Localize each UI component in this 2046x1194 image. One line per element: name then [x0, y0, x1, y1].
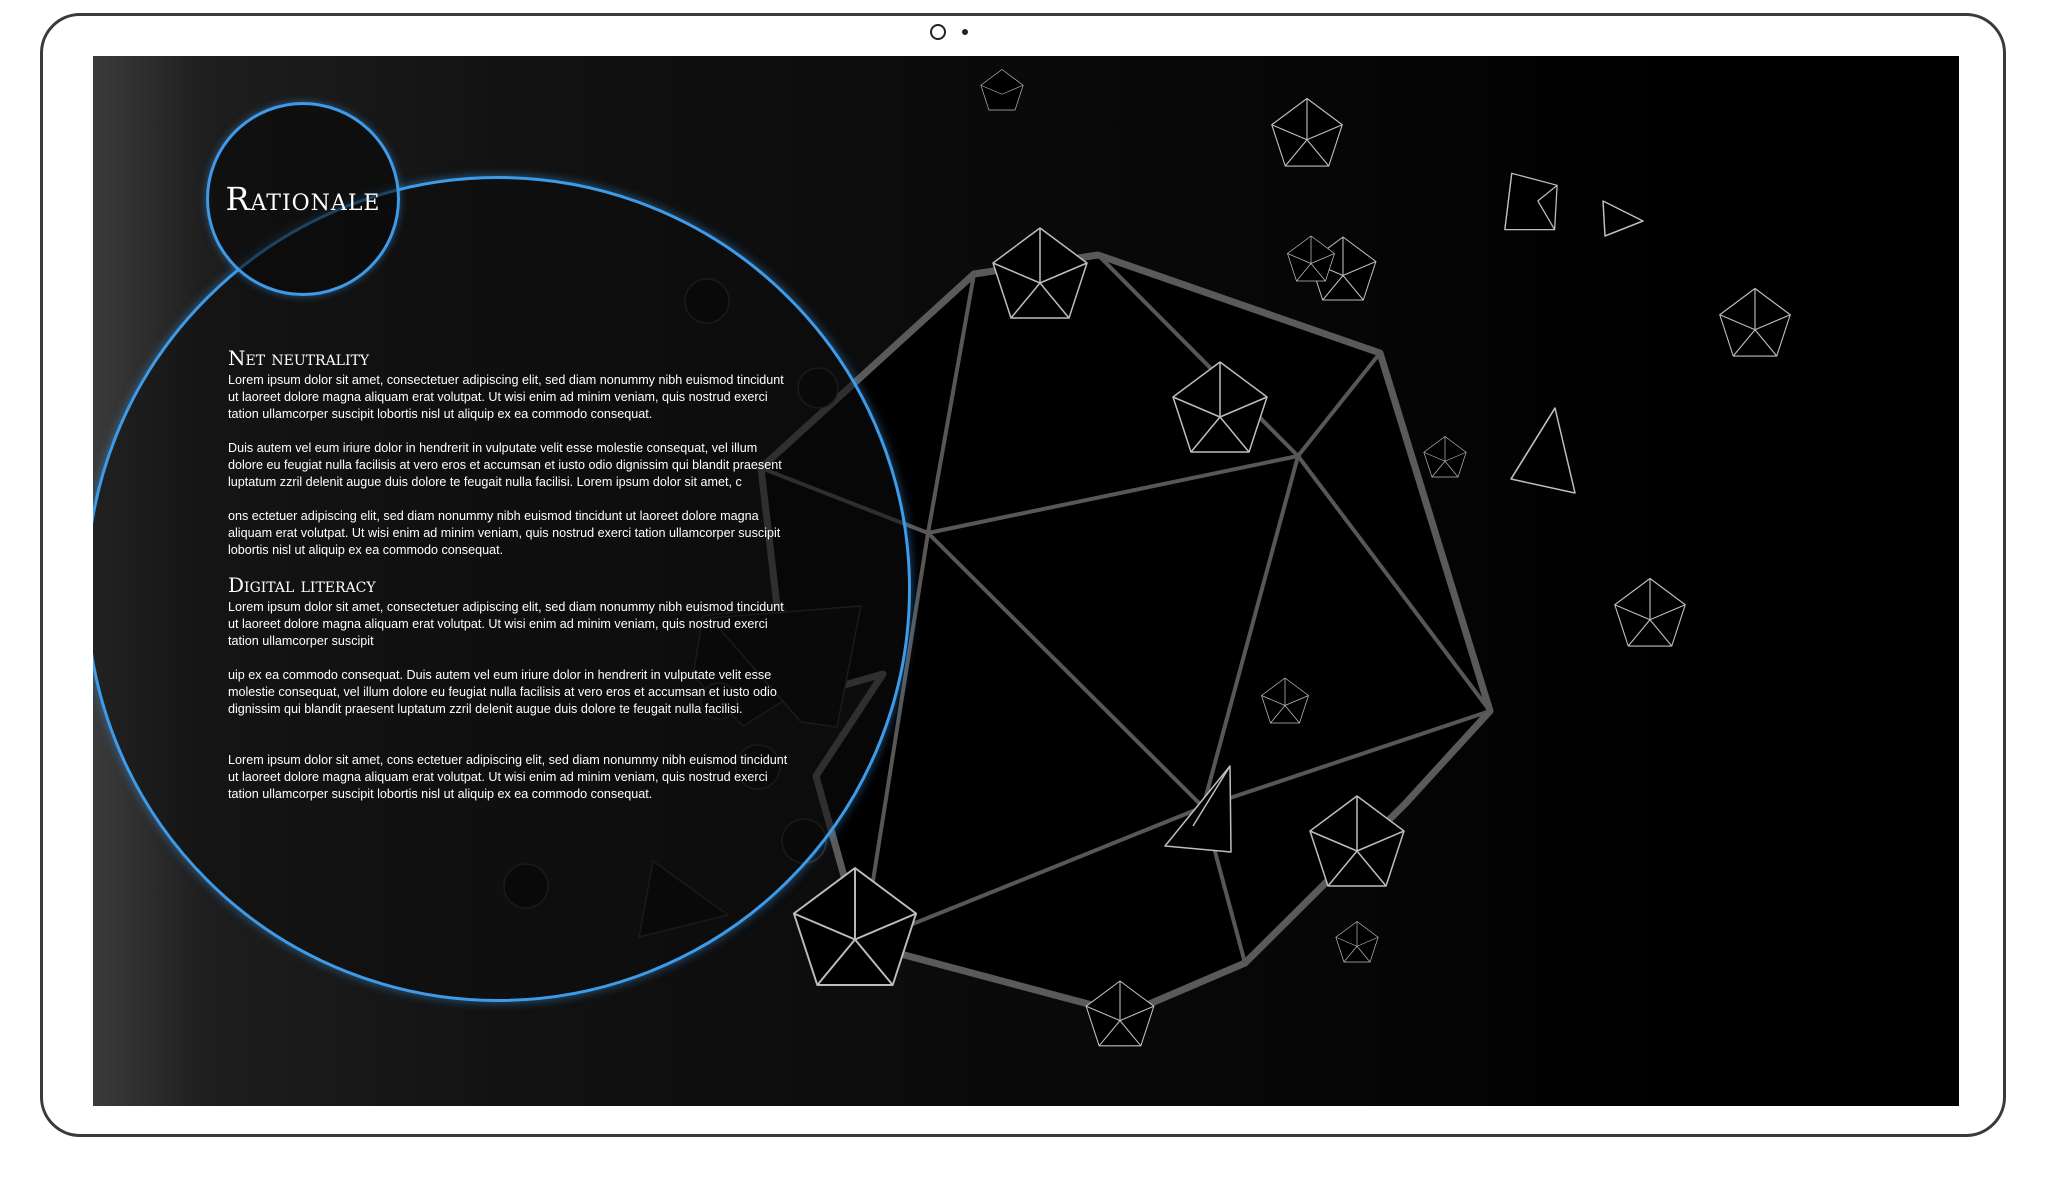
paragraph: Lorem ipsum dolor sit amet, consectetuer…: [228, 373, 784, 421]
sensor-dot: [962, 29, 968, 35]
pyramid-right: [1510, 407, 1576, 494]
paragraph: ons ectetuer adipiscing elit, sed diam n…: [228, 509, 781, 557]
paragraph: uip ex ea commodo consequat. Duis autem …: [228, 668, 777, 716]
camera-icon: [930, 24, 946, 40]
slide-screen: Rationale Net neutrality Lorem ipsum dol…: [93, 56, 1959, 1106]
section-heading-digital-literacy: Digital literacy: [228, 573, 376, 597]
slide-content: Net neutrality Lorem ipsum dolor sit ame…: [228, 346, 788, 803]
paragraph: Duis autem vel eum iriure dolor in hendr…: [228, 441, 782, 489]
section-heading-net-neutrality: Net neutrality: [228, 346, 370, 370]
title-circle: Rationale: [206, 102, 400, 296]
paragraph: Lorem ipsum dolor sit amet, cons ectetue…: [228, 753, 788, 801]
slide-title: Rationale: [225, 180, 381, 218]
paragraph: Lorem ipsum dolor sit amet, consectetuer…: [228, 600, 784, 648]
